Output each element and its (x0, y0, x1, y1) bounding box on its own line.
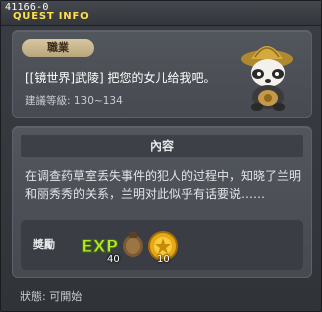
reward-label: 獎勵 (33, 238, 55, 251)
quest-status: 狀態: 可開始 (20, 290, 83, 303)
panda-npc-icon (241, 46, 293, 111)
recommended-level: 建議等級: 130~134 (25, 95, 123, 107)
job-panel: 職業 [[镜世界]武陵] 把您的女儿给我吧。 建議等級: 130~134 (12, 30, 312, 118)
quest-info-window: 41166-0 QUEST INFO 職業 [[镜世界]武陵] 把您的女儿给我吧… (0, 0, 322, 312)
meso-count: 10 (157, 254, 170, 265)
reward-bar: 獎勵 EXP 40 10 (21, 220, 303, 270)
exp-count: 40 (107, 254, 120, 265)
content-panel: 內容 在调查药草室丢失事件的犯人的过程中，知晓了兰明和丽秀秀的关系，兰明对此似乎… (12, 126, 312, 278)
quest-name: [[镜世界]武陵] 把您的女儿给我吧。 (25, 71, 216, 85)
window-title: QUEST INFO (13, 11, 90, 22)
content-header: 內容 (21, 135, 303, 157)
job-badge: 職業 (22, 39, 94, 57)
quest-description: 在调查药草室丢失事件的犯人的过程中，知晓了兰明和丽秀秀的关系，兰明对此似乎有话要… (25, 169, 302, 201)
